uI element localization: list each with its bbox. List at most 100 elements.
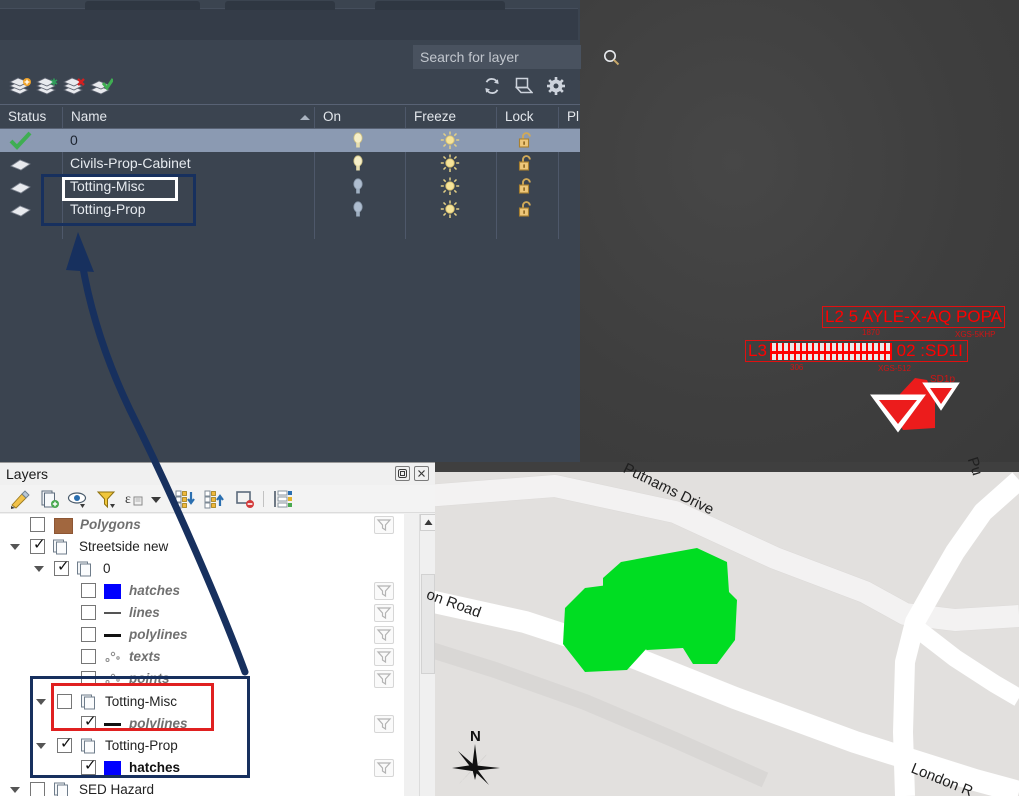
layer-label[interactable]: Streetside new — [79, 536, 168, 558]
column-header-name[interactable]: Name — [63, 105, 314, 129]
refresh-icon[interactable] — [483, 77, 501, 95]
layer-visibility-checkbox[interactable] — [81, 605, 96, 620]
cad-hatch-band — [770, 343, 892, 360]
cad-canvas-background — [580, 0, 1019, 462]
on-bulb-icon[interactable] — [348, 131, 368, 150]
freeze-sun-icon[interactable] — [440, 131, 460, 150]
list-item[interactable]: hatches — [0, 580, 404, 602]
legend-dropdown-chevron-icon[interactable] — [148, 489, 170, 509]
settings-gear-icon[interactable] — [547, 77, 565, 95]
layer-name[interactable]: 0 — [70, 129, 78, 152]
status-layer-glyph-icon[interactable] — [8, 200, 42, 219]
expand-collapse-arrow-icon[interactable] — [34, 566, 44, 572]
on-bulb-icon[interactable] — [348, 154, 368, 173]
list-item[interactable]: texts — [0, 646, 404, 668]
delete-layer-icon[interactable] — [62, 77, 84, 97]
cad-small-xgs-512: XGS-512 — [878, 364, 911, 373]
list-item[interactable]: lines — [0, 602, 404, 624]
layer-label[interactable]: Polygons — [80, 514, 141, 536]
search-input[interactable] — [413, 48, 603, 66]
layer-label[interactable]: hatches — [129, 580, 180, 602]
filter-indicator-button[interactable] — [374, 759, 394, 777]
undock-panel-button[interactable] — [395, 466, 410, 481]
layer-visibility-checkbox[interactable]: ✓ — [54, 561, 69, 576]
search-for-layer-box[interactable] — [413, 45, 581, 69]
layers-group-icon — [52, 539, 70, 555]
layer-label[interactable]: lines — [129, 602, 160, 624]
filter-indicator-button[interactable] — [374, 670, 394, 688]
layer-tree-scrollbar[interactable] — [419, 514, 435, 796]
on-bulb-off-icon[interactable] — [348, 177, 368, 196]
checkbox-tick-icon: ✓ — [57, 559, 70, 574]
layer-visibility-checkbox[interactable] — [30, 782, 45, 796]
list-item[interactable]: ✓ Streetside new — [0, 536, 404, 558]
lpm-title-strip — [0, 8, 578, 40]
new-layer-icon[interactable] — [8, 77, 30, 97]
column-header-on[interactable]: On — [315, 105, 405, 129]
layer-name[interactable]: Civils-Prop-Cabinet — [70, 152, 191, 175]
layer-visibility-checkbox[interactable]: ✓ — [30, 539, 45, 554]
lock-unlocked-icon[interactable] — [516, 131, 536, 150]
table-row[interactable]: Civils-Prop-Cabinet — [0, 152, 580, 175]
filter-indicator-button[interactable] — [374, 582, 394, 600]
expand-all-icon[interactable] — [174, 489, 196, 509]
filter-indicator-button[interactable] — [374, 604, 394, 622]
filter-indicator-button[interactable] — [374, 626, 394, 644]
list-item[interactable]: SED Hazard — [0, 779, 404, 796]
on-bulb-off-icon[interactable] — [348, 200, 368, 219]
open-layer-styling-panel-icon[interactable] — [9, 489, 31, 509]
column-header-pl[interactable]: Pl — [559, 105, 580, 129]
layer-visibility-checkbox[interactable] — [30, 517, 45, 532]
search-icon[interactable] — [603, 49, 620, 66]
list-item[interactable]: Polygons — [0, 514, 404, 536]
expand-collapse-arrow-icon[interactable] — [10, 787, 20, 793]
list-item[interactable]: ✓ 0 — [0, 558, 404, 580]
lpm-tab-handle-3[interactable] — [375, 1, 505, 10]
annotation-box-qgis-totting-misc — [51, 683, 214, 731]
layer-label[interactable]: polylines — [129, 624, 188, 646]
expand-collapse-arrow-icon[interactable] — [10, 544, 20, 550]
lock-unlocked-icon[interactable] — [516, 200, 536, 219]
lpm-tab-handle-1[interactable] — [85, 1, 200, 10]
add-group-icon[interactable] — [38, 489, 60, 509]
freeze-sun-icon[interactable] — [440, 154, 460, 173]
status-layer-glyph-icon[interactable] — [8, 154, 42, 173]
layer-visibility-checkbox[interactable] — [81, 649, 96, 664]
filter-indicator-button[interactable] — [374, 715, 394, 733]
layer-label[interactable]: SED Hazard — [79, 779, 154, 796]
filter-legend-by-expression-icon[interactable]: ε — [124, 489, 146, 509]
lock-unlocked-icon[interactable] — [516, 177, 536, 196]
freeze-sun-icon[interactable] — [440, 200, 460, 219]
layer-label[interactable]: texts — [129, 646, 161, 668]
lpm-tab-handle-2[interactable] — [225, 1, 335, 10]
freeze-sun-icon[interactable] — [440, 177, 460, 196]
status-current-check-icon[interactable] — [8, 131, 42, 150]
table-row[interactable]: 0 — [0, 129, 580, 152]
layer-visibility-checkbox[interactable] — [81, 627, 96, 642]
layer-visibility-checkbox[interactable] — [81, 583, 96, 598]
manage-map-themes-icon[interactable] — [67, 489, 89, 509]
collapse-all-icon[interactable] — [203, 489, 225, 509]
svg-text:ε: ε — [125, 492, 131, 507]
column-header-status[interactable]: Status — [0, 105, 62, 129]
lock-unlocked-icon[interactable] — [516, 154, 536, 173]
set-current-layer-icon[interactable] — [89, 77, 111, 97]
layer-states-icon[interactable] — [515, 77, 533, 95]
map-canvas[interactable]: N — [435, 462, 1019, 796]
filter-legend-icon[interactable] — [96, 489, 118, 509]
filter-indicator-button[interactable] — [374, 516, 394, 534]
layer-label[interactable]: 0 — [103, 558, 111, 580]
layers-group-icon — [53, 782, 71, 796]
toggle-edit-legend-icon[interactable] — [272, 489, 294, 509]
filter-indicator-button[interactable] — [374, 648, 394, 666]
new-layer-vp-frozen-icon[interactable] — [35, 77, 57, 97]
column-header-freeze[interactable]: Freeze — [406, 105, 496, 129]
remove-layer-group-icon[interactable] — [234, 489, 256, 509]
cad-drawing-viewport[interactable] — [580, 0, 1019, 462]
status-layer-glyph-icon[interactable] — [8, 177, 42, 196]
list-item[interactable]: polylines — [0, 624, 404, 646]
scroll-up-button[interactable] — [420, 514, 436, 531]
column-header-lock[interactable]: Lock — [497, 105, 558, 129]
cad-small-xgs-5khp: XGS-5KHP — [955, 330, 995, 339]
close-panel-button[interactable] — [414, 466, 429, 481]
